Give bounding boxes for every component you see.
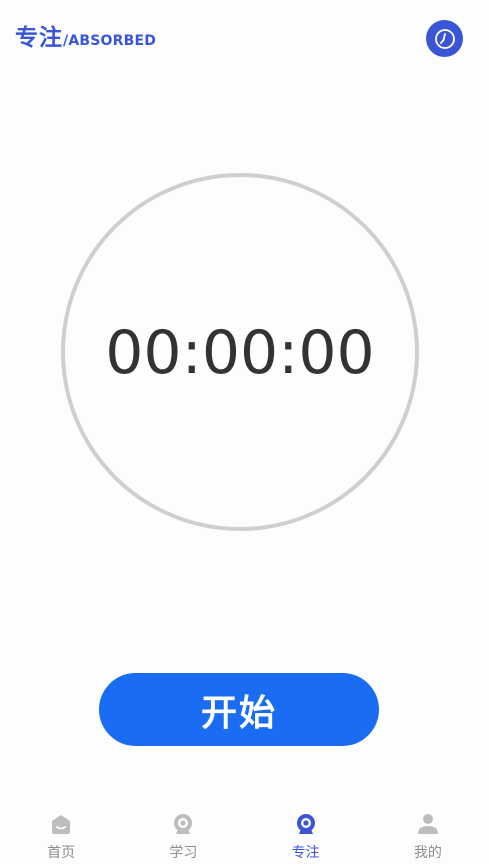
timer-display: 00:00:00 <box>105 318 375 388</box>
tab-home[interactable]: 首页 <box>0 800 122 864</box>
focus-screen: 专注/ABSORBED 00:00:00 开始 首页 学习 专注 我的 <box>0 0 489 864</box>
camera-icon <box>170 811 196 837</box>
start-button[interactable]: 开始 <box>99 673 379 746</box>
tab-study-label: 学习 <box>169 845 198 861</box>
timer-ring: 00:00:00 <box>61 173 419 531</box>
tab-mine-label: 我的 <box>413 845 442 861</box>
page-title: 专注/ABSORBED <box>15 18 156 52</box>
clock-icon <box>434 28 455 49</box>
home-icon <box>48 811 74 837</box>
camera-icon <box>293 811 319 837</box>
tab-home-label: 首页 <box>47 845 76 861</box>
person-icon <box>415 811 441 837</box>
bottom-tabbar: 首页 学习 专注 我的 <box>0 800 489 864</box>
tab-study[interactable]: 学习 <box>122 800 244 864</box>
tab-focus-label: 专注 <box>291 845 320 861</box>
page-title-cn: 专注 <box>15 25 63 51</box>
tab-focus[interactable]: 专注 <box>245 800 367 864</box>
history-button[interactable] <box>426 20 463 57</box>
tab-mine[interactable]: 我的 <box>367 800 489 864</box>
page-title-en: /ABSORBED <box>63 33 157 49</box>
